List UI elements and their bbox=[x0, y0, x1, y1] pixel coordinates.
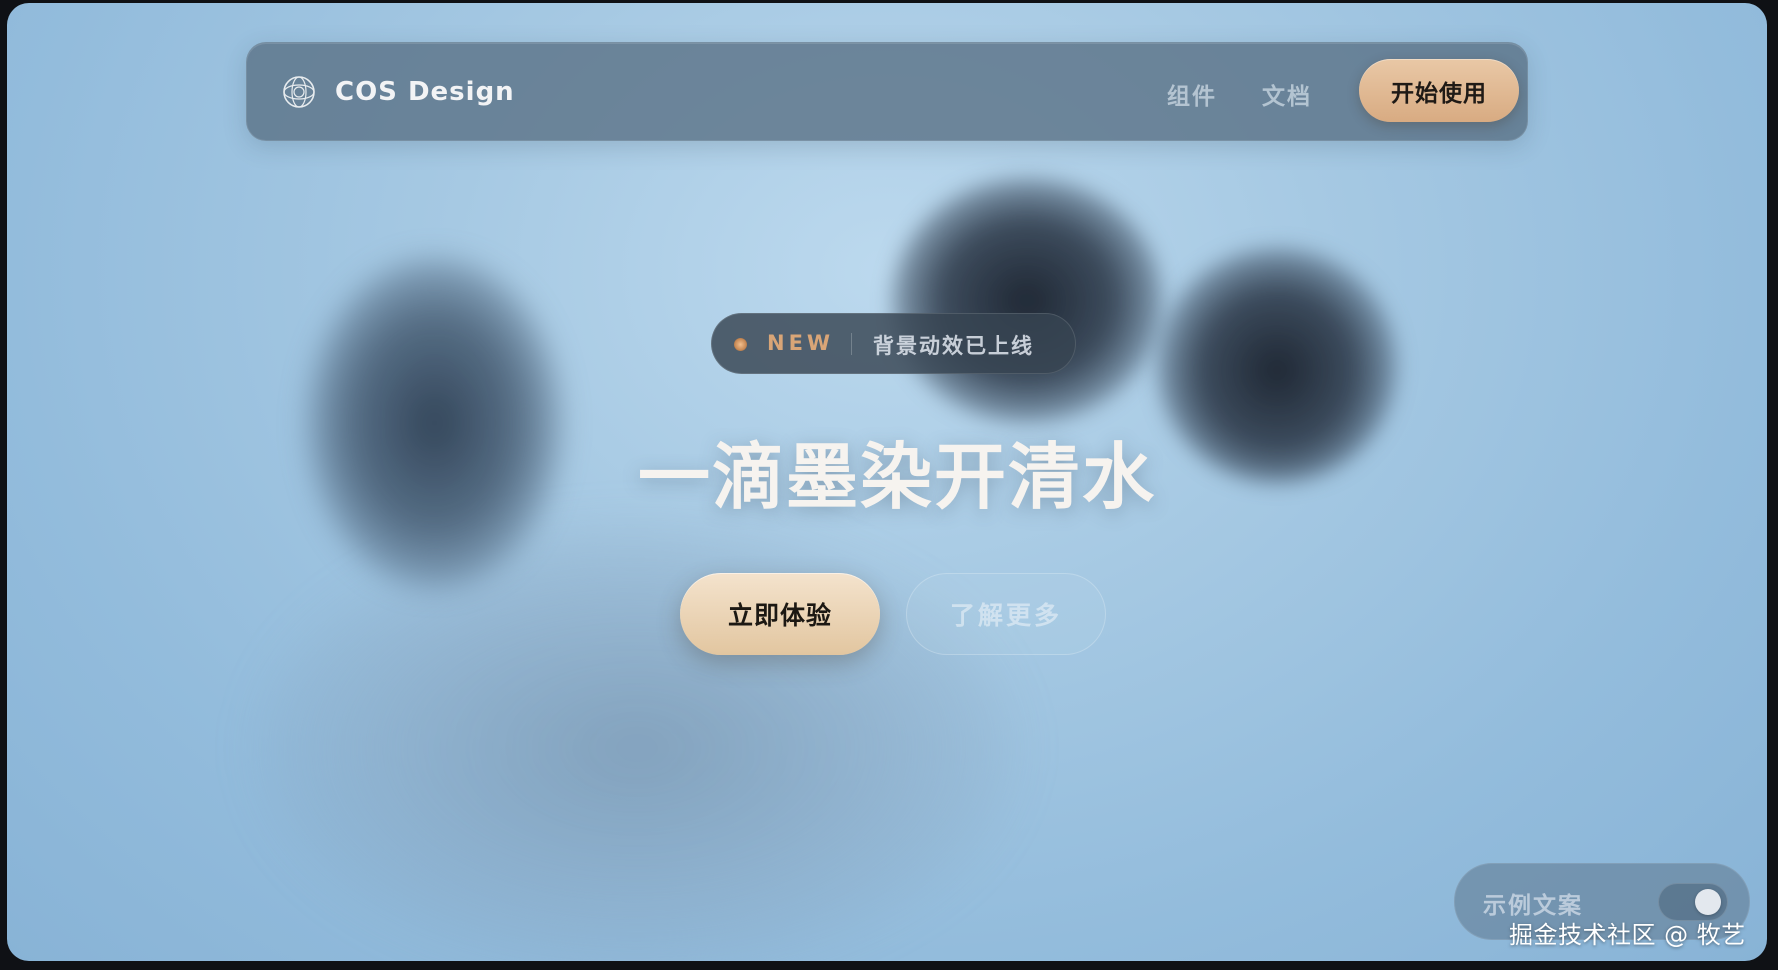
announcement-badge[interactable]: NEW 背景动效已上线 bbox=[711, 313, 1076, 374]
learn-more-button[interactable]: 了解更多 bbox=[906, 573, 1106, 655]
badge-divider bbox=[851, 333, 852, 355]
nav-link-components[interactable]: 组件 bbox=[1167, 77, 1217, 111]
hero-headline: 一滴墨染开清水 bbox=[637, 435, 1156, 519]
status-dot-icon bbox=[734, 338, 747, 351]
brand-name: COS Design bbox=[335, 77, 515, 107]
ink-blob-right bbox=[1157, 248, 1397, 483]
nav-link-docs[interactable]: 文档 bbox=[1262, 77, 1312, 111]
ink-blob-center bbox=[892, 178, 1162, 423]
get-started-button[interactable]: 开始使用 bbox=[1359, 59, 1519, 122]
try-now-button[interactable]: 立即体验 bbox=[680, 573, 880, 655]
toggle-knob bbox=[1695, 889, 1721, 915]
badge-text: 背景动效已上线 bbox=[873, 334, 1034, 358]
cos-logo-icon bbox=[283, 76, 315, 108]
ink-cloud-decoration bbox=[257, 523, 1017, 961]
brand[interactable]: COS Design bbox=[281, 74, 515, 110]
badge-tag: NEW bbox=[767, 331, 835, 355]
top-navbar: COS Design 组件 文档 开始使用 bbox=[246, 42, 1528, 141]
app-window: COS Design 组件 文档 开始使用 NEW 背景动效已上线 一滴墨染开清… bbox=[7, 3, 1767, 961]
watermark: 掘金技术社区 @ 牧艺 bbox=[1509, 921, 1746, 949]
ink-blob-left bbox=[307, 258, 562, 588]
